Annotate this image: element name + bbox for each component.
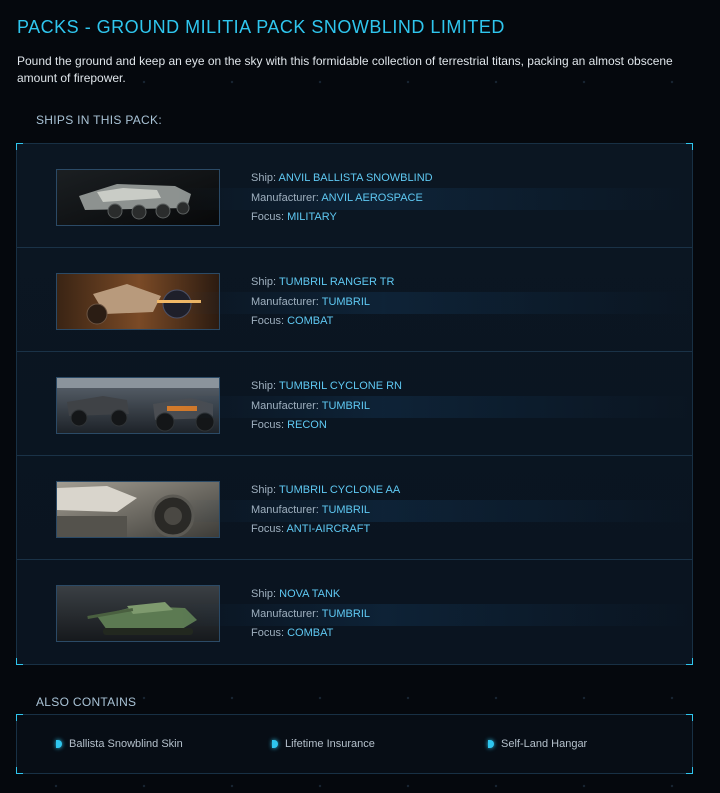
ship-name[interactable]: TUMBRIL RANGER TR [279,276,395,288]
ship-label: Ship: [251,484,279,496]
ship-label: Ship: [251,588,280,600]
ship-info: Ship: TUMBRIL RANGER TR Manufacturer: TU… [251,273,394,332]
ship-name[interactable]: TUMBRIL CYCLONE AA [279,484,400,496]
ship-name[interactable]: ANVIL BALLISTA SNOWBLIND [279,172,433,184]
bullet-icon [271,740,279,748]
manufacturer-label: Manufacturer: [251,191,322,204]
manufacturer-label: Manufacturer: [251,295,322,308]
ship-focus: COMBAT [287,627,334,639]
ship-info: Ship: NOVA TANK Manufacturer: TUMBRIL Fo… [251,585,370,644]
ship-info: Ship: TUMBRIL CYCLONE RN Manufacturer: T… [251,377,402,436]
bullet-icon [487,740,495,748]
manufacturer-label: Manufacturer: [251,503,322,516]
ship-manufacturer[interactable]: TUMBRIL [322,504,370,516]
ship-manufacturer[interactable]: TUMBRIL [322,608,370,620]
also-contains-label: ALSO CONTAINS [36,695,137,709]
corner-accent [686,767,693,774]
ship-row: Ship: TUMBRIL CYCLONE RN Manufacturer: T… [17,352,692,456]
also-contains-panel: Ballista Snowblind Skin Lifetime Insuran… [16,714,693,774]
ship-manufacturer[interactable]: TUMBRIL [322,296,370,308]
ship-focus: COMBAT [287,315,334,327]
also-contains-item: Ballista Snowblind Skin [55,738,183,750]
ship-focus: ANTI-AIRCRAFT [286,523,371,535]
ship-info: Ship: TUMBRIL CYCLONE AA Manufacturer: T… [251,481,400,540]
ship-thumbnail[interactable] [56,169,220,226]
ship-label: Ship: [251,276,279,288]
page-title: PACKS - GROUND MILITIA PACK SNOWBLIND LI… [17,17,505,37]
also-contains-item: Lifetime Insurance [271,738,375,750]
ships-panel: Ship: ANVIL BALLISTA SNOWBLIND Manufactu… [16,143,693,665]
ship-focus: RECON [287,419,327,431]
ship-label: Ship: [251,380,279,392]
ship-manufacturer[interactable]: ANVIL AEROSPACE [321,192,422,204]
ship-focus: MILITARY [287,211,337,223]
ships-section-label: SHIPS IN THIS PACK: [36,113,162,127]
ship-name[interactable]: NOVA TANK [279,588,340,600]
ship-row: Ship: NOVA TANK Manufacturer: TUMBRIL Fo… [17,560,692,664]
corner-accent [16,767,23,774]
focus-label: Focus: [251,419,288,431]
item-label: Self-Land Hangar [501,738,588,750]
focus-label: Focus: [251,315,288,327]
item-label: Lifetime Insurance [285,738,375,750]
focus-label: Focus: [251,211,288,223]
ship-name[interactable]: TUMBRIL CYCLONE RN [279,380,402,392]
focus-label: Focus: [251,523,287,535]
ship-thumbnail[interactable] [56,481,220,538]
ship-manufacturer[interactable]: TUMBRIL [322,400,370,412]
ship-thumbnail[interactable] [56,377,220,434]
focus-label: Focus: [251,627,288,639]
ship-thumbnail[interactable] [56,273,220,330]
corner-accent [16,714,23,721]
ship-info: Ship: ANVIL BALLISTA SNOWBLIND Manufactu… [251,169,433,228]
manufacturer-label: Manufacturer: [251,399,322,412]
item-label: Ballista Snowblind Skin [69,738,183,750]
pack-description: Pound the ground and keep an eye on the … [17,54,673,85]
corner-accent [686,714,693,721]
ship-row: Ship: TUMBRIL CYCLONE AA Manufacturer: T… [17,456,692,560]
also-contains-item: Self-Land Hangar [487,738,587,750]
ship-row: Ship: ANVIL BALLISTA SNOWBLIND Manufactu… [17,144,692,248]
ship-row: Ship: TUMBRIL RANGER TR Manufacturer: TU… [17,248,692,352]
ship-thumbnail[interactable] [56,585,220,642]
ship-label: Ship: [251,172,279,184]
bullet-icon [55,740,63,748]
manufacturer-label: Manufacturer: [251,607,322,620]
